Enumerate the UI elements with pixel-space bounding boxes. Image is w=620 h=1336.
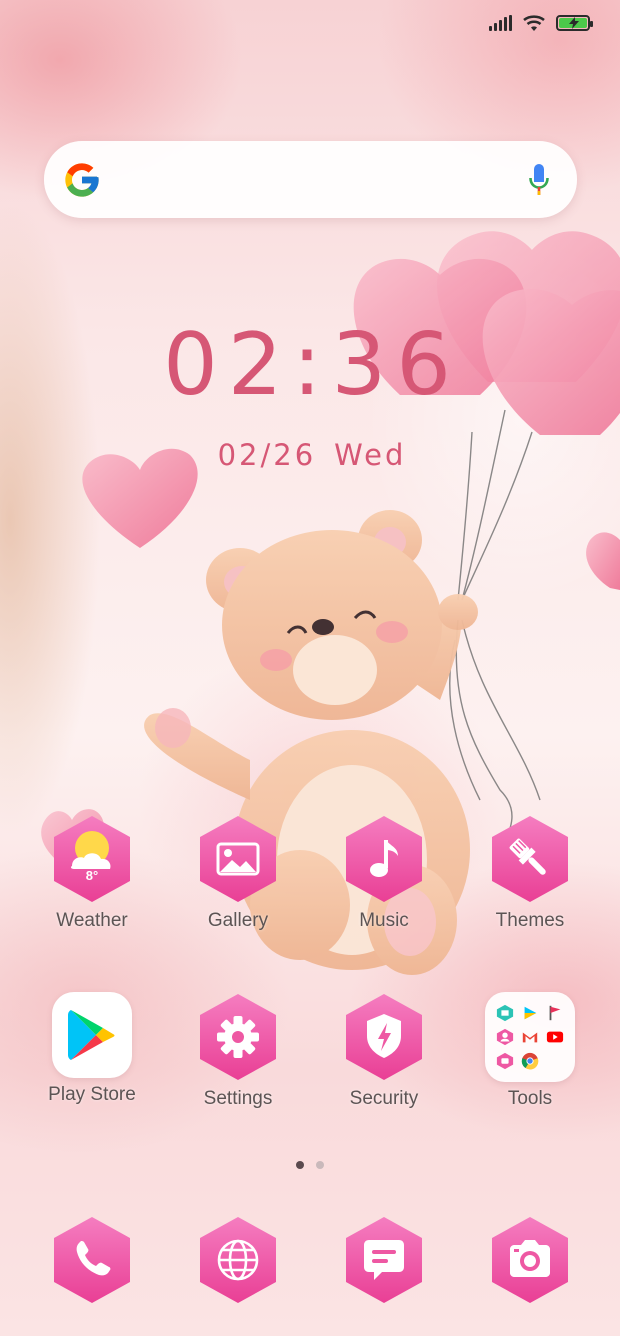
folder-icon: [485, 992, 575, 1082]
dock-phone[interactable]: [30, 1215, 154, 1305]
gear-icon: [198, 992, 278, 1082]
clock-time-text: 02:36: [163, 315, 461, 415]
page-dot-active[interactable]: [296, 1161, 304, 1169]
app-label: Music: [359, 910, 409, 931]
mini-youtube-icon: [547, 1031, 564, 1043]
weather-temperature: 8°: [85, 868, 99, 883]
app-label: Themes: [495, 910, 565, 931]
paintbrush-icon: [490, 814, 570, 904]
camera-icon: [490, 1215, 570, 1305]
app-security[interactable]: Security: [322, 992, 446, 1110]
weather-icon: 8°: [52, 814, 132, 904]
app-label: Play Store: [48, 1084, 136, 1105]
phone-icon: [52, 1215, 132, 1305]
wifi-icon: [523, 15, 545, 31]
message-icon: [344, 1215, 424, 1305]
page-dot[interactable]: [316, 1161, 324, 1169]
mini-gmail-icon: [522, 1032, 538, 1043]
battery-charging-icon: [556, 15, 593, 31]
music-icon: [344, 814, 424, 904]
date-text: 02/26: [217, 438, 317, 472]
shield-icon: [344, 992, 424, 1082]
mini-contacts-icon: [496, 1028, 513, 1046]
clock-time[interactable]: 02:36: [0, 322, 620, 408]
app-weather[interactable]: 8° Weather: [30, 814, 154, 932]
status-bar: [489, 14, 593, 32]
mini-chrome-icon: [521, 1052, 539, 1070]
mini-play-icon: [524, 1006, 537, 1020]
app-label: Security: [349, 1088, 419, 1109]
app-label: Tools: [507, 1088, 553, 1109]
mini-flag-icon: [549, 1005, 561, 1021]
app-label: Gallery: [207, 910, 269, 931]
app-themes[interactable]: Themes: [468, 814, 592, 932]
clock-date: 02/26 Wed: [0, 438, 620, 472]
weekday-text: Wed: [334, 438, 407, 472]
folder-tools[interactable]: Tools: [468, 992, 592, 1110]
mini-recorder-icon: [496, 1052, 513, 1070]
microphone-icon[interactable]: [529, 163, 549, 197]
dock-browser[interactable]: [176, 1215, 300, 1305]
google-logo: [65, 163, 99, 197]
mini-app-icon: [496, 1004, 513, 1022]
gallery-icon: [198, 814, 278, 904]
play-store-icon: [52, 992, 132, 1078]
app-play-store[interactable]: Play Store: [30, 992, 154, 1106]
app-label: Settings: [203, 1088, 273, 1109]
app-gallery[interactable]: Gallery: [176, 814, 300, 932]
app-settings[interactable]: Settings: [176, 992, 300, 1110]
page-indicator: [0, 1161, 620, 1169]
google-search-bar[interactable]: [44, 141, 577, 218]
dock-camera[interactable]: [468, 1215, 592, 1305]
globe-icon: [198, 1215, 278, 1305]
signal-icon: [489, 15, 512, 31]
app-music[interactable]: Music: [322, 814, 446, 932]
app-label: Weather: [56, 910, 128, 931]
dock-messages[interactable]: [322, 1215, 446, 1305]
